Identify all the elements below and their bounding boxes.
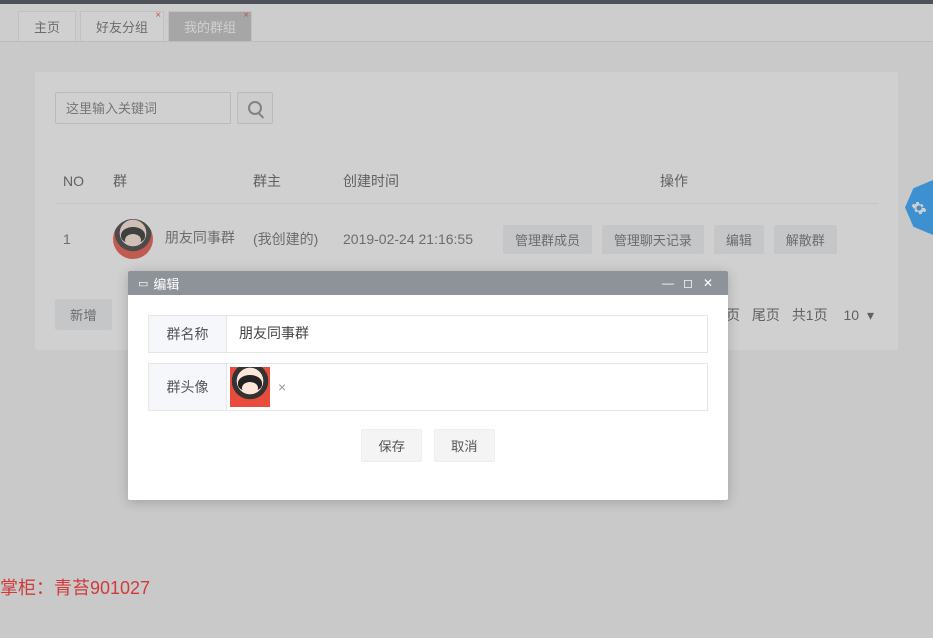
col-owner: 群主 xyxy=(245,159,335,204)
modal-footer: 保存 取消 xyxy=(148,421,708,480)
close-icon[interactable]: × xyxy=(155,10,161,21)
col-created: 创建时间 xyxy=(335,159,495,204)
col-group: 群 xyxy=(105,159,245,204)
gear-icon xyxy=(911,200,927,216)
form-row-avatar: 群头像 × xyxy=(148,363,708,411)
pager-per-page[interactable]: 10 ▾ xyxy=(840,307,875,323)
cell-created: 2019-02-24 21:16:55 xyxy=(335,204,495,275)
form-row-name: 群名称 xyxy=(148,315,708,353)
col-no: NO xyxy=(55,159,105,204)
cancel-button[interactable]: 取消 xyxy=(434,429,495,462)
modal-body: 群名称 群头像 × 保存 取消 xyxy=(128,295,728,500)
pager-total: 共1页 xyxy=(792,307,828,323)
document-icon: ▭ xyxy=(138,277,148,290)
cell-actions: 管理群成员 管理聊天记录 编辑 解散群 xyxy=(495,204,878,275)
manage-members-button[interactable]: 管理群成员 xyxy=(503,225,592,254)
label-group-name: 群名称 xyxy=(149,316,227,352)
edit-modal: ▭ 编辑 — ◻ ✕ 群名称 群头像 × 保存 取消 xyxy=(128,271,728,500)
tab-home[interactable]: 主页 xyxy=(18,11,76,41)
tab-my-groups[interactable]: 我的群组 × xyxy=(168,11,252,41)
maximize-icon[interactable]: ◻ xyxy=(678,276,698,290)
modal-header[interactable]: ▭ 编辑 — ◻ ✕ xyxy=(128,271,728,295)
minimize-icon[interactable]: — xyxy=(658,276,678,290)
groups-table: NO 群 群主 创建时间 操作 1 朋友同事群 (我创建的) 2019-02-2… xyxy=(55,159,878,274)
tab-label: 好友分组 xyxy=(96,20,148,35)
avatar-cell: × xyxy=(227,364,707,410)
close-icon[interactable]: × xyxy=(243,10,249,21)
avatar[interactable] xyxy=(230,367,270,407)
close-icon[interactable]: ✕ xyxy=(698,276,718,290)
edit-button[interactable]: 编辑 xyxy=(714,225,764,254)
search-icon xyxy=(248,101,262,115)
tab-label: 主页 xyxy=(34,20,60,35)
remove-avatar-icon[interactable]: × xyxy=(278,379,286,395)
dissolve-button[interactable]: 解散群 xyxy=(774,225,837,254)
group-name-text: 朋友同事群 xyxy=(165,230,235,246)
search-row xyxy=(55,92,878,124)
save-button[interactable]: 保存 xyxy=(361,429,422,462)
tabs-bar: 主页 好友分组 × 我的群组 × xyxy=(0,4,933,42)
table-row: 1 朋友同事群 (我创建的) 2019-02-24 21:16:55 管理群成员… xyxy=(55,204,878,275)
manage-chat-logs-button[interactable]: 管理聊天记录 xyxy=(602,225,704,254)
pager: 下页 尾页 共1页 10 ▾ xyxy=(708,305,878,325)
avatar xyxy=(113,219,153,259)
cell-group: 朋友同事群 xyxy=(105,204,245,275)
pager-last[interactable]: 尾页 xyxy=(752,307,780,323)
label-group-avatar: 群头像 xyxy=(149,364,227,410)
search-button[interactable] xyxy=(237,92,273,124)
modal-title: 编辑 xyxy=(153,274,179,293)
tab-friend-groups[interactable]: 好友分组 × xyxy=(80,11,164,41)
cell-no: 1 xyxy=(55,204,105,275)
cell-owner: (我创建的) xyxy=(245,204,335,275)
tab-label: 我的群组 xyxy=(184,20,236,35)
watermark: 掌柜：青苔901027 xyxy=(0,574,150,600)
search-input[interactable] xyxy=(55,92,231,124)
input-group-name[interactable] xyxy=(227,316,707,350)
add-button[interactable]: 新增 xyxy=(55,299,112,330)
col-action: 操作 xyxy=(495,159,878,204)
